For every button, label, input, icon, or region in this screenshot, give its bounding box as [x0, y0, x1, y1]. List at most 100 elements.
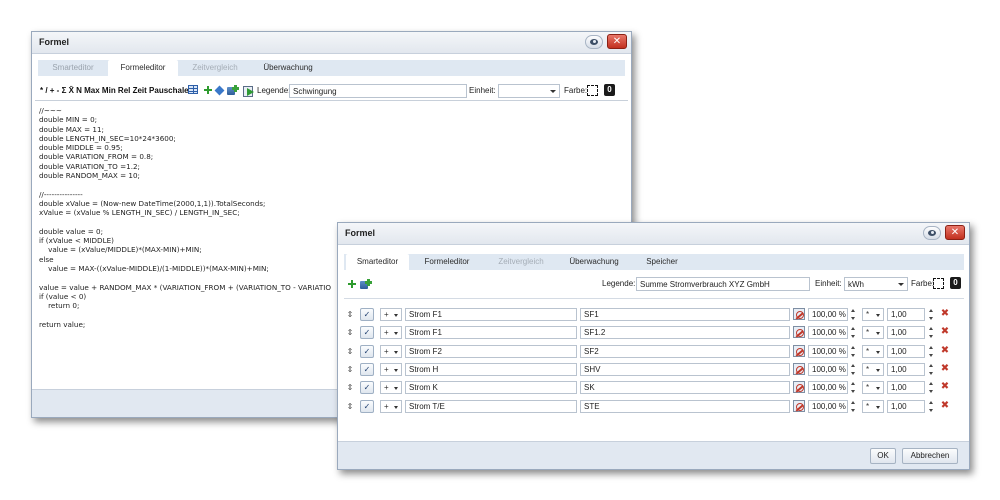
delete-icon[interactable]: ✖ — [940, 326, 950, 338]
source-code-input[interactable]: SF2 — [580, 344, 790, 358]
table-icon[interactable] — [188, 85, 198, 94]
multiply-select[interactable]: * — [862, 326, 884, 340]
drag-handle-icon[interactable]: ⇕ — [346, 382, 354, 393]
drag-handle-icon[interactable]: ⇕ — [346, 401, 354, 412]
source-code-input[interactable]: SK — [580, 381, 790, 395]
row-checkbox[interactable]: ✓ — [360, 362, 374, 376]
source-code-input[interactable]: SF1 — [580, 308, 790, 321]
percent-spinner[interactable] — [850, 363, 857, 376]
drag-handle-icon[interactable]: ⇕ — [346, 327, 354, 338]
export-icon[interactable] — [243, 85, 254, 97]
row-checkbox[interactable]: ✓ — [360, 326, 374, 340]
source-name-input[interactable]: Strom K — [405, 381, 577, 395]
add-icon[interactable] — [204, 86, 212, 94]
delete-icon[interactable]: ✖ — [940, 400, 950, 412]
eye-icon[interactable] — [585, 35, 603, 49]
database-add-icon[interactable] — [227, 85, 239, 95]
multiply-select[interactable]: * — [862, 362, 884, 376]
reset-icon[interactable] — [793, 326, 805, 339]
factor-spinner[interactable] — [928, 345, 935, 358]
operator-select[interactable]: + — [380, 381, 402, 395]
row-checkbox[interactable]: ✓ — [360, 381, 374, 395]
source-name-input[interactable]: Strom F1 — [405, 308, 577, 321]
tab-formeleditor[interactable]: Formeleditor — [108, 60, 178, 76]
percent-input[interactable]: 100,00 % — [808, 344, 848, 358]
tab-formeleditor[interactable]: Formeleditor — [415, 254, 479, 270]
percent-input[interactable]: 100,00 % — [808, 362, 848, 376]
factor-input[interactable]: 1,00 — [887, 362, 925, 376]
factor-spinner[interactable] — [928, 363, 935, 376]
factor-input[interactable]: 1,00 — [887, 326, 925, 340]
diamond-icon[interactable] — [214, 85, 225, 96]
factor-spinner[interactable] — [928, 400, 935, 413]
factor-spinner[interactable] — [928, 381, 935, 394]
percent-input[interactable]: 100,00 % — [808, 308, 848, 321]
legend-input[interactable]: Schwingung — [289, 84, 467, 98]
multiply-select[interactable]: * — [862, 344, 884, 358]
unit-combo[interactable] — [498, 84, 560, 98]
drag-handle-icon[interactable]: ⇕ — [346, 309, 354, 320]
row-checkbox[interactable]: ✓ — [360, 399, 374, 413]
drag-handle-icon[interactable]: ⇕ — [346, 364, 354, 375]
reset-icon[interactable] — [793, 399, 805, 412]
percent-input[interactable]: 100,00 % — [808, 381, 848, 395]
percent-spinner[interactable] — [850, 400, 857, 413]
zero-icon[interactable]: 0 — [950, 277, 961, 289]
source-name-input[interactable]: Strom F2 — [405, 344, 577, 358]
tab-ueberwachung[interactable]: Überwachung — [254, 60, 322, 76]
percent-spinner[interactable] — [850, 326, 857, 339]
multiply-select[interactable]: * — [862, 308, 884, 321]
operator-select[interactable]: + — [380, 362, 402, 376]
tab-speicher[interactable]: Speicher — [633, 254, 691, 270]
factor-input[interactable]: 1,00 — [887, 344, 925, 358]
reset-icon[interactable] — [793, 381, 805, 394]
operator-select[interactable]: + — [380, 308, 402, 321]
cancel-button[interactable]: Abbrechen — [902, 448, 958, 464]
percent-input[interactable]: 100,00 % — [808, 399, 848, 413]
zero-icon[interactable]: 0 — [604, 84, 615, 96]
row-checkbox[interactable]: ✓ — [360, 308, 374, 321]
source-name-input[interactable]: Strom H — [405, 362, 577, 376]
source-code-input[interactable]: STE — [580, 399, 790, 413]
source-code-input[interactable]: SF1.2 — [580, 326, 790, 340]
tab-smarteditor[interactable]: Smarteditor — [40, 60, 106, 76]
close-button[interactable]: ✕ — [945, 225, 965, 240]
close-button[interactable]: ✕ — [607, 34, 627, 49]
multiply-select[interactable]: * — [862, 381, 884, 395]
factor-input[interactable]: 1,00 — [887, 399, 925, 413]
unit-combo[interactable]: kWh — [844, 277, 908, 291]
ok-button[interactable]: OK — [870, 448, 896, 464]
factor-input[interactable]: 1,00 — [887, 381, 925, 395]
percent-spinner[interactable] — [850, 345, 857, 358]
factor-input[interactable]: 1,00 — [887, 308, 925, 321]
percent-input[interactable]: 100,00 % — [808, 326, 848, 340]
eye-icon[interactable] — [923, 226, 941, 240]
factor-spinner[interactable] — [928, 308, 935, 321]
source-code-input[interactable]: SHV — [580, 362, 790, 376]
operator-buttons[interactable]: * / + - Σ X̄ N Max Min Rel Zeit Pauschal… — [40, 86, 189, 95]
add-icon[interactable] — [348, 280, 356, 288]
tab-ueberwachung[interactable]: Überwachung — [560, 254, 628, 270]
drag-handle-icon[interactable]: ⇕ — [346, 346, 354, 357]
legend-input[interactable]: Summe Stromverbrauch XYZ GmbH — [636, 277, 810, 291]
delete-icon[interactable]: ✖ — [940, 345, 950, 357]
operator-select[interactable]: + — [380, 344, 402, 358]
reset-icon[interactable] — [793, 344, 805, 357]
color-picker[interactable] — [933, 278, 944, 289]
source-name-input[interactable]: Strom T/E — [405, 399, 577, 413]
delete-icon[interactable]: ✖ — [940, 381, 950, 393]
row-checkbox[interactable]: ✓ — [360, 344, 374, 358]
percent-spinner[interactable] — [850, 308, 857, 321]
color-picker[interactable] — [587, 85, 598, 96]
operator-select[interactable]: + — [380, 399, 402, 413]
delete-icon[interactable]: ✖ — [940, 363, 950, 375]
tab-smarteditor[interactable]: Smarteditor — [346, 254, 409, 270]
reset-icon[interactable] — [793, 362, 805, 375]
multiply-select[interactable]: * — [862, 399, 884, 413]
reset-icon[interactable] — [793, 308, 805, 320]
factor-spinner[interactable] — [928, 326, 935, 339]
source-name-input[interactable]: Strom F1 — [405, 326, 577, 340]
percent-spinner[interactable] — [850, 381, 857, 394]
database-add-icon[interactable] — [360, 279, 372, 289]
delete-icon[interactable]: ✖ — [940, 308, 950, 320]
